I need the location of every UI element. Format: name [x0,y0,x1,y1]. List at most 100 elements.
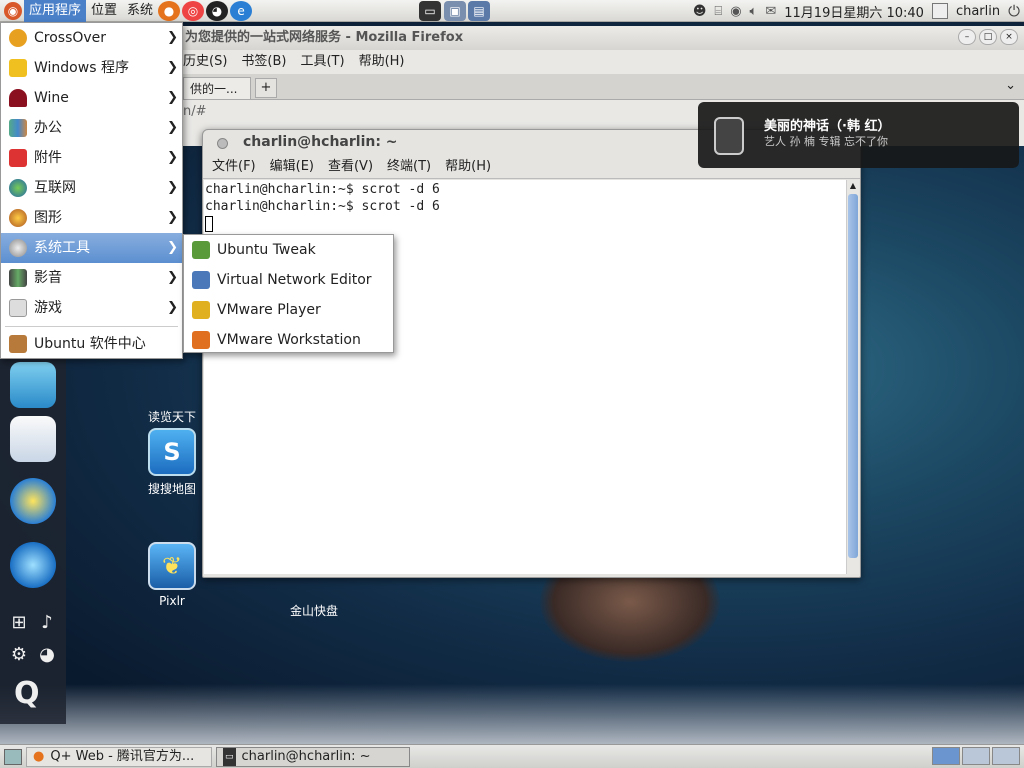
menu-item-windows-programs[interactable]: Windows 程序 ❯ [1,53,182,83]
help-lifebuoy-icon[interactable]: ◎ [182,0,205,21]
menu-item-accessories[interactable]: 附件 ❯ [1,143,182,173]
terminal-cursor [205,215,213,232]
office-icon [9,119,27,137]
user-name[interactable]: charlin [956,4,1000,19]
system-tools-submenu: Ubuntu Tweak Virtual Network Editor VMwa… [183,234,394,353]
workspace-3[interactable] [992,747,1020,765]
terminal-launcher-icon[interactable]: ▭ [419,0,441,21]
crossover-icon [9,29,27,47]
dock-qq-mail-icon[interactable] [10,416,56,462]
side-dock: ⊞ ♪ ⚙ ◕ Q [0,354,66,724]
submenu-item-ubuntu-tweak[interactable]: Ubuntu Tweak [184,235,393,265]
new-tab-button[interactable]: + [255,78,277,98]
term-menu-help[interactable]: 帮助(H) [445,155,491,178]
submenu-item-virtual-network-editor[interactable]: Virtual Network Editor [184,265,393,295]
tab-list-chevron-icon[interactable]: ⌄ [1005,78,1016,93]
terminal-icon: ▭ [223,747,236,766]
menu-places[interactable]: 位置 [86,0,122,22]
multimedia-icon [9,269,27,287]
workspace-2[interactable] [962,747,990,765]
globe-icon [9,179,27,197]
submenu-arrow-icon: ❯ [167,30,178,45]
wine-glass-icon [9,89,27,107]
menu-applications[interactable]: 应用程序 [24,0,87,22]
term-menu-terminal[interactable]: 终端(T) [387,155,431,178]
term-menu-file[interactable]: 文件(F) [212,155,256,178]
menu-item-software-center[interactable]: Ubuntu 软件中心 [1,329,182,359]
applications-menu: CrossOver ❯ Windows 程序 ❯ Wine ❯ 办公 ❯ 附件 ❯ 互联网… [0,22,183,359]
terminal-line: charlin@hcharlin:~$ scrot -d 6 [205,199,440,214]
desktop-icon-soso-map[interactable]: S 搜搜地图 [137,428,207,497]
ff-menu-tools[interactable]: 工具(T) [300,50,344,74]
menu-item-office[interactable]: 办公 ❯ [1,113,182,143]
ff-menu-history[interactable]: 历史(S) [183,50,227,74]
system-tools-icon [9,239,27,257]
ie-launcher-icon[interactable]: e [230,0,253,21]
firefox-window-controls: – □ × [958,29,1018,45]
firefox-icon: ● [33,748,45,764]
desktop-icon-duolan[interactable]: 读览天下 [137,356,207,425]
dock-palette-icon[interactable]: ◕ [36,644,58,665]
desktop-icon-pixlr[interactable]: ❦ Pixlr [137,542,207,608]
bottom-panel: ● Q+ Web - 腾讯官方为... ▭ charlin@hcharlin: ~ [0,744,1024,768]
submenu-arrow-icon: ❯ [167,180,178,195]
submenu-item-vmware-player[interactable]: VMware Player [184,295,393,325]
dock-qzone-icon[interactable] [10,478,56,524]
show-desktop-icon[interactable] [4,748,22,765]
maximize-button[interactable]: □ [979,29,997,45]
terminal-scrollbar[interactable]: ▲ [846,180,859,574]
dock-qplus-logo-icon[interactable]: Q [14,676,40,711]
music-notification: 美丽的神话（·韩 红） 艺人 孙 楠 专辑 忘不了你 [698,102,1019,168]
term-menu-edit[interactable]: 编辑(E) [270,155,314,178]
submenu-arrow-icon: ❯ [167,60,178,75]
submenu-arrow-icon: ❯ [167,120,178,135]
submenu-item-vmware-workstation[interactable]: VMware Workstation [184,325,393,355]
menu-separator [5,326,178,327]
submenu-arrow-icon: ❯ [167,300,178,315]
submenu-arrow-icon: ❯ [167,90,178,105]
workspace-switcher [930,747,1020,765]
wireless-tray-icon[interactable]: ◉ [730,4,741,19]
folder-icon [9,59,27,77]
menu-item-wine[interactable]: Wine ❯ [1,83,182,113]
menu-item-internet[interactable]: 互联网 ❯ [1,173,182,203]
user-avatar-icon [931,3,948,19]
qq-launcher-icon[interactable]: ◕ [206,0,229,21]
firefox-tab[interactable]: 供的一... [183,77,251,99]
firefox-launcher-icon[interactable]: ● [158,0,181,21]
power-icon[interactable]: ⏻ [1008,2,1020,20]
volume-tray-icon[interactable]: 🔈︎ [750,4,758,19]
ubuntu-logo-icon[interactable]: ◉ [4,1,22,20]
menu-item-graphics[interactable]: 图形 ❯ [1,203,182,233]
network-tray-icon[interactable]: ⌸ [714,4,722,19]
dock-volume-icon[interactable]: ♪ [36,612,58,633]
taskbar-item-terminal[interactable]: ▭ charlin@hcharlin: ~ [216,746,410,767]
menu-item-games[interactable]: 游戏 ❯ [1,293,182,323]
ff-menu-help[interactable]: 帮助(H) [359,50,405,74]
dock-ime-icon[interactable]: ⊞ [8,612,30,633]
close-button[interactable]: × [1000,29,1018,45]
image-viewer-launcher-icon[interactable]: ▤ [468,0,490,21]
vmware-player-icon [192,301,210,319]
scrollbar-thumb[interactable] [848,194,858,558]
menu-item-multimedia[interactable]: 影音 ❯ [1,263,182,293]
clock[interactable]: 11月19日星期六 10:40 [784,2,924,21]
workspace-1[interactable] [932,747,960,765]
dock-ie-icon[interactable] [10,542,56,588]
screenshot-launcher-icon[interactable]: ▣ [444,0,466,21]
menu-system[interactable]: 系统 [122,0,158,22]
menu-item-crossover[interactable]: CrossOver ❯ [1,23,182,53]
taskbar-item-firefox[interactable]: ● Q+ Web - 腾讯官方为... [26,746,212,767]
minimize-button[interactable]: – [958,29,976,45]
ff-menu-bookmarks[interactable]: 书签(B) [241,50,286,74]
dock-settings-gear-icon[interactable]: ⚙ [8,644,30,665]
menu-item-system-tools[interactable]: 系统工具 ❯ [1,233,182,263]
dock-duolan-icon[interactable] [10,362,56,408]
mail-tray-icon[interactable]: ✉ [765,4,776,19]
desktop-icon-kuaipan[interactable]: 金山快盘 [279,578,349,619]
software-center-icon [9,335,27,353]
qq-tray-icon[interactable]: ☻ [693,4,707,19]
ubuntu-tweak-icon [192,241,210,259]
music-player-icon [714,117,744,155]
term-menu-view[interactable]: 查看(V) [328,155,373,178]
